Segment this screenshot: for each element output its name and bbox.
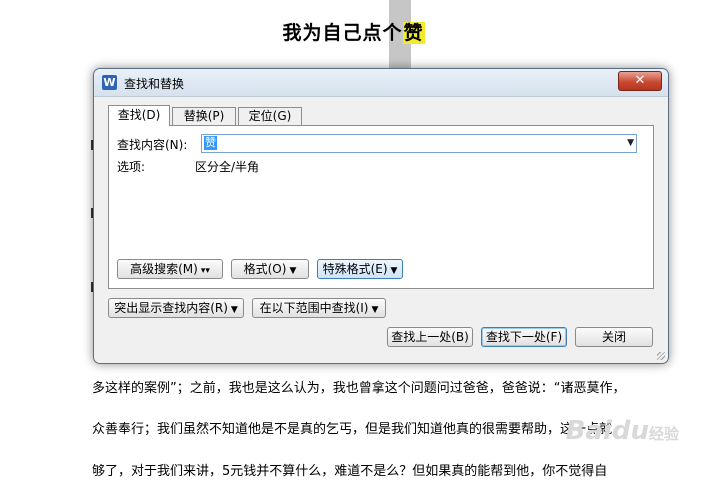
dialog-title: 查找和替换 <box>124 77 185 91</box>
find-replace-dialog: W 查找和替换 ✕ 查找(D) 替换(P) 定位(G) 查找内容(N): 赞 ▼… <box>93 68 669 364</box>
options-value: 区分全/半角 <box>195 160 260 174</box>
find-in-range-label: 在以下范围中查找(I) <box>259 301 369 315</box>
advanced-search-button[interactable]: 高级搜索(M) ▾▾ <box>117 259 223 279</box>
baidu-watermark: Baidu经验 <box>566 416 679 446</box>
highlight-found-label: 突出显示查找内容(R) <box>114 301 228 315</box>
close-button[interactable]: 关闭 <box>575 327 653 347</box>
advanced-search-label: 高级搜索(M) <box>130 262 198 276</box>
watermark-suffix: 经验 <box>648 425 679 443</box>
find-panel: 查找内容(N): 赞 ▼ 选项: 区分全/半角 高级搜索(M) ▾▾ 格式(O) ▼… <box>108 125 654 289</box>
document-line-3: 够了，对于我们来讲，5元钱并不算什么，难道不是么？但如果真的能帮到他，你不觉得自 <box>92 464 608 479</box>
chevron-down-icon[interactable]: ▼ <box>627 135 634 152</box>
chevron-down-icon: ▼ <box>230 305 238 315</box>
document-line-1: 多这样的案例”；之前，我也是这么认为，我也曾拿这个问题问过爸爸，爸爸说：“诸恶莫… <box>92 381 626 396</box>
format-label: 格式(O) <box>243 262 287 276</box>
find-previous-button[interactable]: 查找上一处(B) <box>387 327 473 347</box>
resize-grip[interactable] <box>657 352 665 360</box>
special-format-button[interactable]: 特殊格式(E) ▼ <box>317 259 403 279</box>
find-label: 查找内容(N): <box>117 138 188 152</box>
document-title: 我为自己点个赞 <box>0 18 707 45</box>
find-input[interactable]: 赞 ▼ <box>201 134 637 153</box>
document-title-highlight: 赞 <box>402 22 425 44</box>
dialog-titlebar[interactable]: W 查找和替换 ✕ <box>94 69 668 97</box>
tab-replace[interactable]: 替换(P) <box>172 107 236 125</box>
find-next-button[interactable]: 查找下一处(F) <box>481 327 567 347</box>
watermark-text: Baidu <box>565 416 649 446</box>
options-label: 选项: <box>117 160 146 174</box>
wps-writer-icon: W <box>102 75 117 90</box>
chevron-down-icon: ▼ <box>390 266 398 276</box>
highlight-found-button[interactable]: 突出显示查找内容(R) ▼ <box>108 298 244 318</box>
tab-goto[interactable]: 定位(G) <box>238 107 302 125</box>
chevron-down-icon: ▼ <box>371 305 379 315</box>
format-button[interactable]: 格式(O) ▼ <box>231 259 309 279</box>
double-chevron-down-icon: ▾▾ <box>200 266 210 276</box>
find-in-range-button[interactable]: 在以下范围中查找(I) ▼ <box>252 298 386 318</box>
close-icon[interactable]: ✕ <box>618 71 662 91</box>
chevron-down-icon: ▼ <box>289 266 297 276</box>
special-format-label: 特殊格式(E) <box>322 262 388 276</box>
document-title-text: 我为自己点个 <box>282 22 403 44</box>
tab-find[interactable]: 查找(D) <box>108 105 170 126</box>
find-input-value: 赞 <box>204 136 217 150</box>
document-line-2: 众善奉行；我们虽然不知道他是不是真的乞丐，但是我们知道他真的很需要帮助，这一点就 <box>92 422 613 437</box>
